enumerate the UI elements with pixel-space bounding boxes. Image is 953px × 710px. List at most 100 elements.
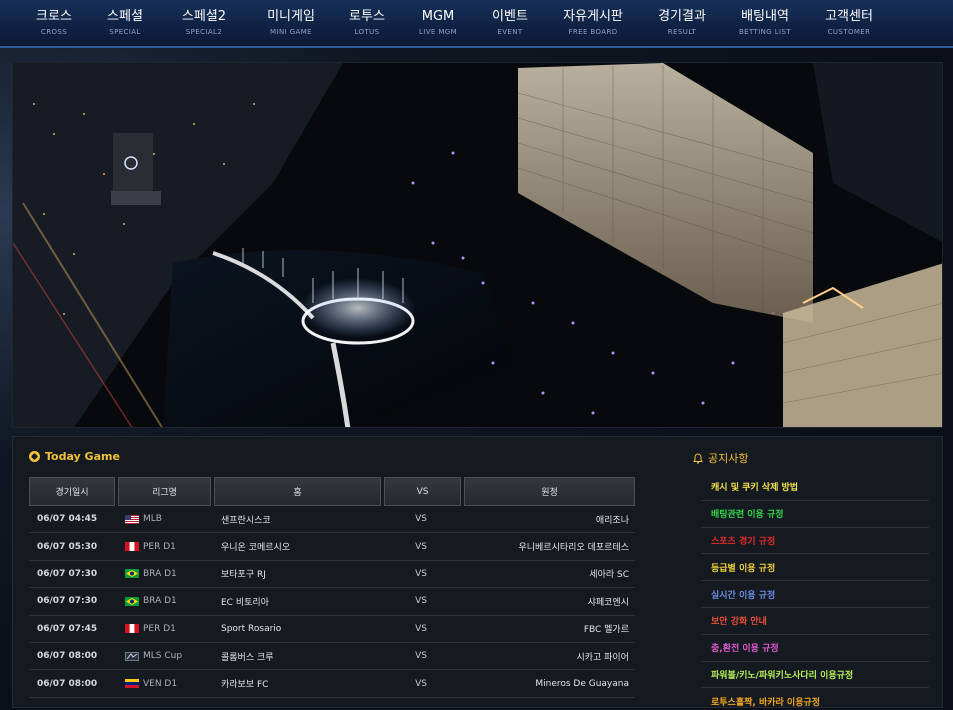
notice-item[interactable]: 스포츠 경기 규정 xyxy=(701,528,929,555)
hero-banner-image xyxy=(12,62,943,428)
nav-item-sublabel: BETTING LIST xyxy=(738,28,792,36)
table-row[interactable]: 06/07 05:30 PER D1 우니온 코메르시오 VS 우니베르시타리오 데포르… xyxy=(29,533,635,561)
league-name: MLS Cup xyxy=(143,651,183,662)
home-team: Sport Rosario xyxy=(221,623,282,634)
away-team: Mineros De Guayana xyxy=(535,678,629,689)
peru-flag-icon xyxy=(125,624,139,634)
league-name: BRA D1 xyxy=(143,596,177,607)
away-team: 시카고 파이어 xyxy=(576,652,629,663)
away-team: 우니베르시타리오 데포르테스 xyxy=(518,543,629,554)
notice-title: 공지사항 xyxy=(693,450,748,466)
nav-item-mini-game[interactable]: 미니게임 MINI GAME xyxy=(248,0,334,46)
nav-item-sublabel: RESULT xyxy=(667,28,697,36)
league-cell: PER D1 xyxy=(115,616,211,642)
away-team: 세아라 SC xyxy=(589,570,629,581)
notice-item[interactable]: 실시간 이용 규정 xyxy=(701,581,929,608)
game-time: 06/07 07:30 xyxy=(37,596,98,607)
notice-item[interactable]: 파워볼/키노/파워키노사다리 이용규정 xyxy=(701,662,929,689)
vs-label: VS xyxy=(415,541,427,552)
league-cell: PER D1 xyxy=(115,533,211,559)
main-panel: Today Game 경기일시 리그명 홈 VS 원정 06/07 04:45 MLB 샌프… xyxy=(12,436,943,708)
mls-flag-icon xyxy=(125,651,139,661)
notice-list: 캐시 및 쿠키 삭제 방법 배팅관련 이용 규정 스포츠 경기 규정 등급별 이용 규… xyxy=(701,474,929,710)
notice-item[interactable]: 충,환전 이용 규정 xyxy=(701,635,929,662)
away-team: 애리조나 xyxy=(595,515,629,526)
notice-item[interactable]: 캐시 및 쿠키 삭제 방법 xyxy=(701,474,929,501)
league-name: PER D1 xyxy=(143,623,176,634)
nav-item-event[interactable]: 이벤트 EVENT xyxy=(476,0,544,46)
home-team: EC 비토리아 xyxy=(221,597,269,608)
nav-item-sublabel: FREE BOARD xyxy=(568,28,618,36)
column-header: 원정 xyxy=(464,477,635,506)
nav-item-label: 고객센터 xyxy=(825,9,873,24)
table-row[interactable]: 06/07 08:00 MLS Cup 콜롬버스 크루 VS 시카고 파이어 xyxy=(29,643,635,671)
column-header: 리그명 xyxy=(118,477,211,506)
soccer-ball-icon xyxy=(29,451,40,462)
nav-item-sublabel: LOTUS xyxy=(354,28,380,36)
nav-item-special[interactable]: 스페셜 SPECIAL xyxy=(90,0,160,46)
nav-item-label: 자유게시판 xyxy=(563,9,623,24)
notice-item[interactable]: 배팅관련 이용 규정 xyxy=(701,501,929,528)
table-header: 경기일시 리그명 홈 VS 원정 xyxy=(29,477,635,506)
home-team: 카라보보 FC xyxy=(221,680,269,691)
nav-item-lotus[interactable]: 로투스 LOTUS xyxy=(334,0,400,46)
league-name: MLB xyxy=(143,514,162,525)
league-cell: BRA D1 xyxy=(115,561,211,587)
nav-item-free-board[interactable]: 자유게시판 FREE BOARD xyxy=(544,0,642,46)
away-team: FBC 멜가르 xyxy=(583,625,629,636)
column-header: 경기일시 xyxy=(29,477,115,506)
nav-item-sublabel: MINI GAME xyxy=(270,28,312,36)
table-row[interactable]: 06/07 07:45 PER D1 Sport Rosario VS FBC 멜가르 xyxy=(29,616,635,643)
table-row[interactable]: 06/07 07:30 BRA D1 보타포구 RJ VS 세아라 SC xyxy=(29,561,635,589)
nav-item-sublabel: LIVE MGM xyxy=(418,28,458,36)
notice-item[interactable]: 로투스홀짝, 바카라 이용규정 xyxy=(701,688,929,710)
vs-label: VS xyxy=(415,678,427,689)
league-cell: MLB xyxy=(115,506,211,532)
today-game-title-text: Today Game xyxy=(45,450,120,463)
league-name: PER D1 xyxy=(143,541,176,552)
vs-label: VS xyxy=(415,568,427,579)
nav-item-live-mgm[interactable]: MGM LIVE MGM xyxy=(400,0,476,46)
today-game-title: Today Game xyxy=(29,450,120,463)
nav-item-label: 스페셜2 xyxy=(181,9,227,24)
league-cell: MLS Cup xyxy=(115,643,211,669)
nav-item-cross[interactable]: 크로스 CROSS xyxy=(18,0,90,46)
nav-item-sublabel: CROSS xyxy=(40,28,68,36)
nav-item-label: 크로스 xyxy=(36,9,72,24)
nav-item-result[interactable]: 경기결과 RESULT xyxy=(642,0,722,46)
home-team: 샌프란시스코 xyxy=(221,515,271,526)
column-header: VS xyxy=(384,477,461,506)
home-team: 콜롬버스 크루 xyxy=(221,652,274,663)
nav-item-label: 이벤트 xyxy=(492,9,528,24)
page: 크로스 CROSS 스페셜 SPECIAL 스페셜2 SPECIAL2 미니게임 MINI G… xyxy=(0,0,953,710)
nav-item-betting-list[interactable]: 배팅내역 BETTING LIST xyxy=(722,0,808,46)
nav-item-sublabel: EVENT xyxy=(497,28,523,36)
nav-item-label: 배팅내역 xyxy=(741,9,789,24)
notice-item[interactable]: 보안 강화 안내 xyxy=(701,608,929,635)
vs-label: VS xyxy=(415,596,427,607)
nav-item-label: MGM xyxy=(421,9,455,24)
column-header: 홈 xyxy=(214,477,381,506)
home-team: 우니온 코메르시오 xyxy=(221,543,291,554)
notice-item[interactable]: 등급별 이용 규정 xyxy=(701,554,929,582)
top-nav: 크로스 CROSS 스페셜 SPECIAL 스페셜2 SPECIAL2 미니게임 MINI G… xyxy=(0,0,953,48)
league-cell: BRA D1 xyxy=(115,588,211,614)
nav-item-sublabel: SPECIAL2 xyxy=(185,28,223,36)
game-time: 06/07 07:45 xyxy=(37,623,98,634)
nav-item-label: 스페셜 xyxy=(107,9,143,24)
table-row[interactable]: 06/07 08:00 VEN D1 카라보보 FC VS Mineros De Gua… xyxy=(29,670,635,698)
bell-icon xyxy=(693,452,703,464)
table-body: 06/07 04:45 MLB 샌프란시스코 VS 애리조나 06/07 05:30 PER… xyxy=(29,506,635,698)
nav-item-special2[interactable]: 스페셜2 SPECIAL2 xyxy=(160,0,248,46)
game-time: 06/07 04:45 xyxy=(37,514,98,525)
game-time: 06/07 05:30 xyxy=(37,541,98,552)
today-game-table: 경기일시 리그명 홈 VS 원정 06/07 04:45 MLB 샌프란시스코 VS 애리조나 0… xyxy=(29,477,635,698)
vs-label: VS xyxy=(415,514,427,525)
venezuela-flag-icon xyxy=(125,679,139,689)
home-team: 보타포구 RJ xyxy=(221,570,266,581)
nav-item-customer[interactable]: 고객센터 CUSTOMER xyxy=(808,0,890,46)
table-row[interactable]: 06/07 07:30 BRA D1 EC 비토리아 VS 샤페코엔시 xyxy=(29,588,635,616)
usa-flag-icon xyxy=(125,514,139,524)
nav-item-label: 미니게임 xyxy=(267,9,315,24)
table-row[interactable]: 06/07 04:45 MLB 샌프란시스코 VS 애리조나 xyxy=(29,506,635,534)
